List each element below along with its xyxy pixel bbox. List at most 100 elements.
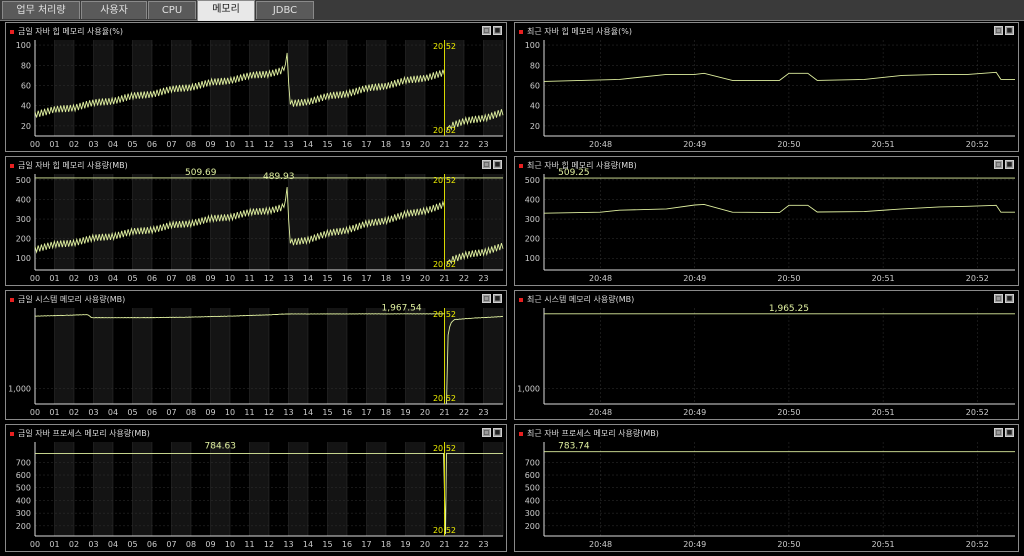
x-tick-label: 16 xyxy=(342,140,352,149)
x-tick-label: 14 xyxy=(303,274,313,283)
x-tick-label: 03 xyxy=(88,540,98,549)
x-tick-label: 18 xyxy=(381,274,391,283)
x-tick-label: 20:48 xyxy=(589,408,612,417)
grid-stripe xyxy=(444,174,464,270)
x-tick-label: 14 xyxy=(303,408,313,417)
grid-stripe xyxy=(405,308,425,404)
marker-time-label-bottom: 20:52 xyxy=(433,394,456,403)
x-tick-label: 20:50 xyxy=(777,540,800,549)
x-tick-label: 05 xyxy=(127,274,137,283)
x-tick-label: 18 xyxy=(381,408,391,417)
x-tick-label: 00 xyxy=(30,140,40,149)
x-tick-label: 20:49 xyxy=(683,408,706,417)
y-tick-label: 300 xyxy=(525,215,540,224)
value-label: 509.25 xyxy=(558,168,590,178)
y-tick-label: 500 xyxy=(525,484,540,493)
x-tick-label: 01 xyxy=(49,540,59,549)
x-tick-label: 19 xyxy=(400,274,410,283)
x-tick-label: 11 xyxy=(244,408,254,417)
x-tick-label: 13 xyxy=(283,408,293,417)
x-tick-label: 12 xyxy=(264,408,274,417)
x-tick-label: 01 xyxy=(49,408,59,417)
value-label: 509.69 xyxy=(185,168,217,178)
tab-users[interactable]: 사용자 xyxy=(81,1,147,19)
grid-stripe xyxy=(288,174,308,270)
grid-stripe xyxy=(483,174,503,270)
x-tick-label: 12 xyxy=(264,140,274,149)
chart-area: 200 300 400 500 600 700 00 01 02 03 04 05 06 07 08 09 10… xyxy=(16,442,504,549)
x-tick-label: 22 xyxy=(459,274,469,283)
y-tick-label: 400 xyxy=(16,496,31,505)
value-label: 1,965.25 xyxy=(769,304,809,314)
x-tick-label: 20 xyxy=(420,140,430,149)
tab-jdbc[interactable]: JDBC xyxy=(256,1,314,19)
grid-stripe xyxy=(93,308,113,404)
y-tick-label: 60 xyxy=(530,81,540,90)
grid-stripe xyxy=(444,40,464,136)
x-tick-label: 20:50 xyxy=(777,140,800,149)
x-tick-label: 05 xyxy=(127,408,137,417)
y-tick-label: 20 xyxy=(530,122,540,131)
x-tick-label: 07 xyxy=(166,540,176,549)
grid-stripe xyxy=(171,442,191,536)
x-tick-label: 20:49 xyxy=(683,274,706,283)
x-tick-label: 20:48 xyxy=(589,140,612,149)
chart-panel-recent-heap-usage-mb: 최근 자바 힙 메모리 사용량(MB) □ ■ 100 200 300 400 500 2… xyxy=(514,156,1019,286)
y-tick-label: 40 xyxy=(21,102,31,111)
chart-panel-recent-java-process-memory: 최근 자바 프로세스 메모리 사용량(MB) □ ■ 200 300 400 500 6… xyxy=(514,424,1019,552)
y-tick-label: 600 xyxy=(525,471,540,480)
x-tick-label: 07 xyxy=(166,408,176,417)
y-tick-label: 700 xyxy=(16,458,31,467)
tab-cpu[interactable]: CPU xyxy=(148,1,196,19)
x-tick-label: 01 xyxy=(49,140,59,149)
x-tick-label: 08 xyxy=(186,274,196,283)
x-tick-label: 00 xyxy=(30,540,40,549)
chart-area: 100 200 300 400 500 20:48 20:49 20:50 20:51 20:52… xyxy=(525,168,1015,283)
y-tick-label: 100 xyxy=(16,254,31,263)
x-tick-label: 03 xyxy=(88,408,98,417)
x-tick-label: 17 xyxy=(361,540,371,549)
x-tick-label: 04 xyxy=(108,540,118,549)
chart-panel-today-heap-usage-mb: 금일 자바 힙 메모리 사용량(MB) □ ■ 100 200 300 400 500 0… xyxy=(5,156,507,286)
x-tick-label: 00 xyxy=(30,408,40,417)
x-tick-label: 02 xyxy=(69,408,79,417)
x-tick-label: 16 xyxy=(342,540,352,549)
marker-time-label-top: 20:52 xyxy=(433,444,456,453)
y-tick-label: 500 xyxy=(16,484,31,493)
x-tick-label: 20:51 xyxy=(872,274,895,283)
x-tick-label: 13 xyxy=(283,540,293,549)
x-tick-label: 10 xyxy=(225,408,235,417)
x-tick-label: 16 xyxy=(342,274,352,283)
grid-stripe xyxy=(483,40,503,136)
y-tick-label: 20 xyxy=(21,122,31,131)
x-tick-label: 15 xyxy=(322,140,332,149)
x-tick-label: 10 xyxy=(225,140,235,149)
grid-stripe xyxy=(54,40,74,136)
grid-stripe xyxy=(93,174,113,270)
x-tick-label: 10 xyxy=(225,540,235,549)
x-tick-label: 20:49 xyxy=(683,540,706,549)
tab-memory[interactable]: 메모리 xyxy=(197,0,255,21)
x-tick-label: 03 xyxy=(88,140,98,149)
x-tick-label: 20:48 xyxy=(589,274,612,283)
chart-area: 20 40 60 80 100 20:48 20:49 20:50 20:51 20:52 xyxy=(525,40,1015,149)
x-tick-label: 23 xyxy=(478,540,488,549)
y-tick-label: 400 xyxy=(525,496,540,505)
y-tick-label: 300 xyxy=(525,509,540,518)
x-tick-label: 00 xyxy=(30,274,40,283)
marker-time-label-bottom: 20:52 xyxy=(433,126,456,135)
grid-stripe xyxy=(483,442,503,536)
x-tick-label: 20:51 xyxy=(872,540,895,549)
x-tick-label: 06 xyxy=(147,408,157,417)
x-tick-label: 14 xyxy=(303,540,313,549)
x-tick-label: 15 xyxy=(322,408,332,417)
y-tick-label: 200 xyxy=(525,235,540,244)
y-tick-label: 100 xyxy=(16,41,31,50)
x-tick-label: 21 xyxy=(439,540,449,549)
tab-throughput[interactable]: 업무 처리량 xyxy=(2,1,80,19)
y-tick-label: 700 xyxy=(525,458,540,467)
value-label: 783.74 xyxy=(558,442,590,452)
y-tick-label: 40 xyxy=(530,102,540,111)
x-tick-label: 21 xyxy=(439,408,449,417)
x-tick-label: 08 xyxy=(186,540,196,549)
